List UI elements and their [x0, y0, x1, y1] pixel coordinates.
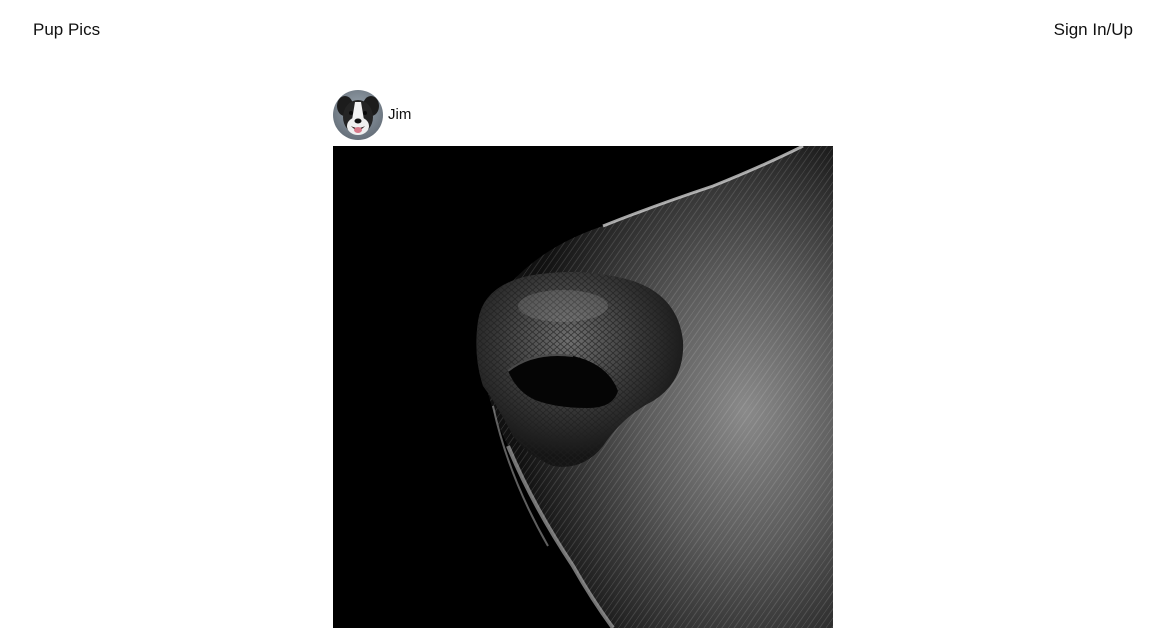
post-card: Jim: [333, 90, 833, 628]
avatar[interactable]: [333, 90, 383, 140]
sign-in-up-link[interactable]: Sign In/Up: [1054, 19, 1133, 41]
dog-nose-photo-icon: [333, 146, 833, 628]
dog-avatar-icon: [333, 90, 383, 140]
post-photo[interactable]: [333, 146, 833, 628]
author-name[interactable]: Jim: [388, 105, 411, 125]
site-logo-link[interactable]: Pup Pics: [33, 19, 100, 41]
site-header: Pup Pics Sign In/Up: [0, 0, 1159, 60]
post-author: Jim: [333, 90, 833, 140]
